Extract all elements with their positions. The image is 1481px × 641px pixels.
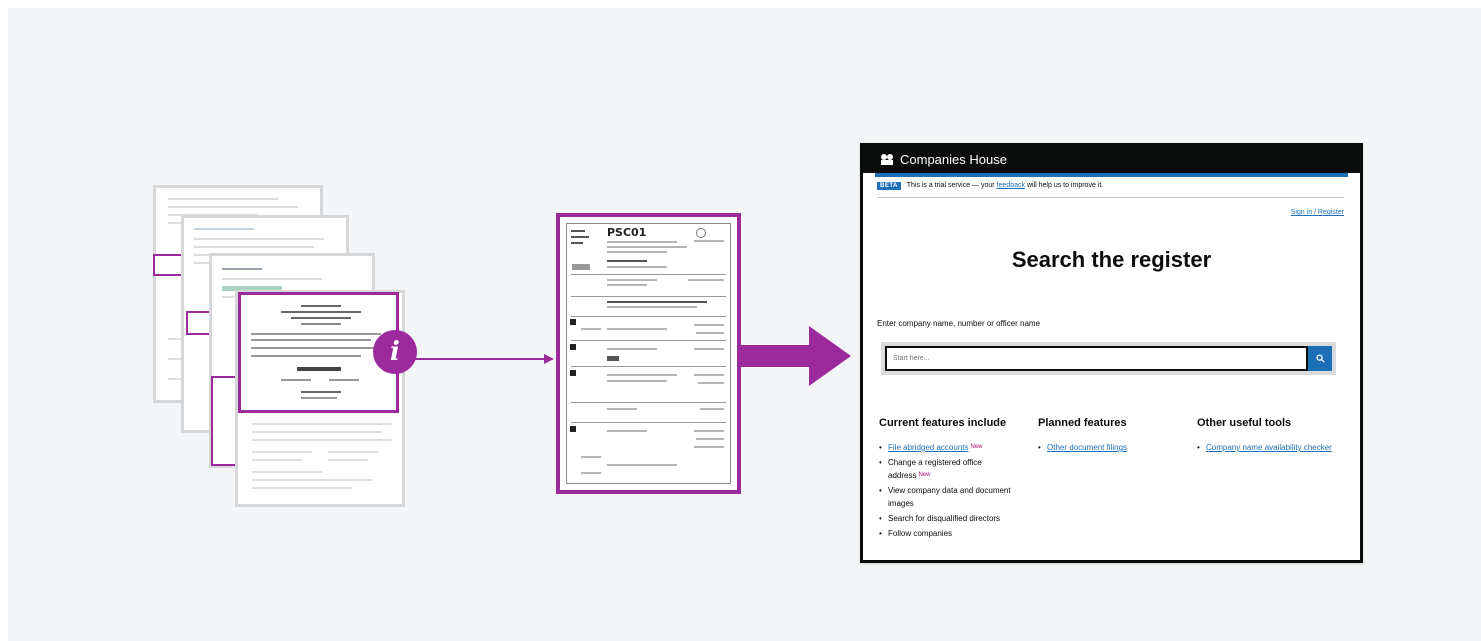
- feature-text: Change a registered office address: [888, 458, 982, 480]
- column-heading: Planned features: [1038, 417, 1127, 429]
- tool-link[interactable]: Company name availability checker: [1206, 443, 1332, 452]
- search-input[interactable]: [885, 346, 1308, 371]
- list-item[interactable]: File abridged accountsNew: [879, 441, 1019, 454]
- column-heading: Current features include: [879, 417, 1007, 429]
- list-item: View company data and document images: [879, 484, 1019, 510]
- search-button[interactable]: [1308, 346, 1332, 371]
- thin-arrow-icon: [414, 354, 554, 364]
- features-column-current: Current features include File abridged a…: [879, 417, 1019, 542]
- site-header: Companies House: [863, 146, 1360, 173]
- list-item[interactable]: Company name availability checker: [1197, 441, 1337, 454]
- list-item: Change a registered office addressNew: [879, 456, 1019, 482]
- search-icon: [1315, 354, 1325, 363]
- highlight-tab: [153, 254, 183, 276]
- form-psc01: PSC01: [556, 213, 741, 494]
- column-heading: Other useful tools: [1197, 417, 1292, 429]
- diagram-canvas: i PSC01 Companies House BETA This is a t…: [8, 8, 1481, 641]
- page-title: Search the register: [1011, 247, 1212, 272]
- search-label: Enter company name, number or officer na…: [877, 319, 1041, 328]
- signin-link[interactable]: Sign in / Register: [1291, 209, 1344, 216]
- info-icon: i: [373, 330, 417, 374]
- royal-crest-icon: [881, 154, 893, 165]
- beta-text-end: will help us to improve it.: [1026, 182, 1104, 189]
- beta-tag: BETA: [877, 182, 901, 190]
- site-brand[interactable]: Companies House: [900, 152, 1007, 167]
- form-body: PSC01: [566, 223, 731, 484]
- list-item: Follow companies: [879, 527, 1019, 540]
- list-item: Search for disqualified directors: [879, 512, 1019, 525]
- list-item[interactable]: Other document filings: [1038, 441, 1178, 454]
- form-crest-icon: [696, 228, 706, 238]
- feature-text: Search for disqualified directors: [888, 514, 1001, 523]
- new-badge: New: [918, 472, 931, 478]
- form-code: PSC01: [607, 226, 647, 239]
- divider: [877, 197, 1344, 198]
- companies-house-website: Companies House BETA This is a trial ser…: [860, 143, 1363, 563]
- search-box: [881, 342, 1336, 375]
- feature-text: Follow companies: [888, 529, 953, 538]
- feature-text: View company data and document images: [888, 486, 1011, 508]
- big-arrow-icon: [741, 326, 851, 386]
- new-badge: New: [970, 444, 983, 450]
- feedback-link[interactable]: feedback: [997, 182, 1025, 189]
- feature-link[interactable]: Other document filings: [1047, 443, 1127, 452]
- features-column-planned: Planned features Other document filings: [1038, 417, 1178, 456]
- beta-banner: BETA This is a trial service — your feed…: [877, 182, 1103, 190]
- beta-text: This is a trial service — your: [906, 182, 995, 189]
- feature-link[interactable]: File abridged accounts: [888, 443, 969, 452]
- header-rule: [875, 173, 1348, 177]
- features-column-tools: Other useful tools Company name availabi…: [1197, 417, 1337, 456]
